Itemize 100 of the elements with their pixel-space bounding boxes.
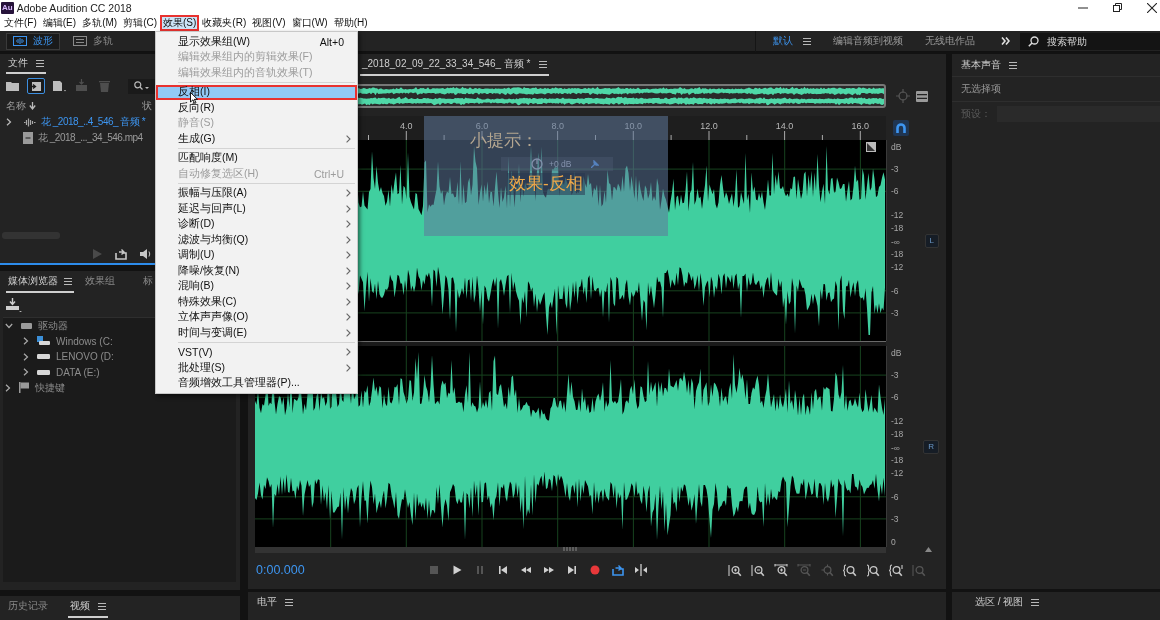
tree-item[interactable]: DATA (E:) — [56, 366, 100, 378]
menu-item[interactable]: 批处理(S) — [156, 360, 357, 376]
menu-item[interactable]: 时间与变调(E) — [156, 325, 357, 341]
search-icon — [134, 81, 149, 91]
menu-icon[interactable] — [1009, 61, 1017, 69]
menu-item[interactable]: 降噪/恢复(N) — [156, 263, 357, 279]
panel-tab[interactable]: 选区 / 视图 — [973, 592, 1042, 612]
menu-item[interactable]: 音频增效工具管理器(P)... — [156, 375, 357, 391]
zoom-both-icon[interactable] — [889, 563, 903, 577]
menu-bar-item[interactable]: 收藏夹(R) — [199, 15, 250, 31]
zoom-left-icon[interactable] — [843, 563, 857, 577]
menu-bar-item[interactable]: 帮助(H) — [330, 15, 371, 31]
scale-label: -6 — [891, 491, 899, 502]
speaker-icon[interactable] — [139, 248, 151, 260]
zoom-in-icon[interactable] — [774, 563, 788, 577]
time-display: 0:00.000 — [256, 563, 306, 577]
panel-tab[interactable]: 效果组 — [83, 271, 117, 293]
snap-toggle[interactable] — [893, 120, 909, 136]
scale-label: -12 — [891, 415, 904, 426]
zoom-out-icon[interactable] — [751, 563, 765, 577]
zoom-right-icon[interactable] — [866, 563, 880, 577]
scale-label: dB — [891, 348, 902, 359]
panel-tab[interactable]: 电平 — [255, 592, 295, 612]
editor-tab[interactable]: _2018_02_09_22_33_34_546_ 音频 * — [360, 54, 549, 76]
workspace-tab[interactable]: 默认 — [773, 34, 811, 48]
file-name[interactable]: 花 _2018_..4_546_ 音频 * — [41, 115, 146, 129]
menu-icon[interactable] — [803, 37, 811, 45]
channel-toggle[interactable]: R — [923, 439, 939, 454]
import-icon[interactable] — [27, 78, 45, 94]
rewind-icon[interactable] — [520, 564, 532, 576]
menu-item[interactable]: 调制(U) — [156, 247, 357, 263]
panel-tab[interactable]: 文件 — [6, 54, 46, 74]
panel-tab[interactable]: 历史记录 — [6, 596, 50, 618]
skip-back-icon[interactable] — [497, 564, 509, 576]
list-icon[interactable] — [916, 90, 928, 102]
menu-bar-item[interactable]: 窗口(W) — [288, 15, 331, 31]
menu-item[interactable]: 诊断(D) — [156, 216, 357, 232]
tree-item[interactable]: 快捷键 — [35, 380, 65, 395]
panel-tab[interactable]: 视频 — [68, 596, 108, 618]
menu-item[interactable]: 反向(R) — [156, 100, 357, 116]
knob-icon[interactable] — [531, 158, 543, 170]
menu-item[interactable]: VST(V) — [156, 344, 357, 360]
menu-item[interactable]: 延迟与回声(L) — [156, 201, 357, 217]
fast-forward-icon[interactable] — [543, 564, 555, 576]
column-header[interactable]: 状 — [142, 99, 152, 113]
menu-bar-item[interactable]: 编辑(E) — [39, 15, 80, 31]
menu-icon[interactable] — [538, 60, 547, 68]
play-icon[interactable] — [451, 564, 463, 576]
menu-item[interactable]: 混响(B) — [156, 278, 357, 294]
loop-icon[interactable] — [612, 564, 624, 576]
view-tab[interactable]: 波形 — [6, 32, 60, 50]
channel-toggle[interactable]: L — [924, 233, 939, 248]
horizontal-scrollbar[interactable] — [255, 545, 886, 553]
tree-item[interactable]: 驱动器 — [38, 318, 68, 333]
import-icon[interactable] — [6, 298, 22, 312]
shortcut-label: Ctrl+U — [313, 167, 344, 180]
menu-bar-item[interactable]: 多轨(M) — [79, 15, 121, 31]
menu-bar-item[interactable]: 剪辑(C) — [120, 15, 160, 31]
menu-item[interactable]: 显示效果组(W) Alt+0 — [156, 34, 357, 50]
close-icon[interactable] — [1147, 2, 1157, 13]
menu-icon[interactable] — [1031, 598, 1040, 606]
tree-item[interactable]: LENOVO (D: — [56, 351, 114, 363]
view-tab[interactable]: 多轨 — [66, 32, 120, 50]
workspace-tab[interactable]: 编辑音频到视频 — [833, 34, 903, 48]
workspace-tab[interactable]: 无线电作品 — [925, 34, 975, 48]
menu-icon[interactable] — [64, 277, 72, 285]
menu-item[interactable]: 特殊效果(C) — [156, 294, 357, 310]
grip-icon[interactable] — [562, 547, 579, 551]
skip-forward-icon[interactable] — [566, 564, 578, 576]
menu-icon[interactable] — [98, 602, 106, 610]
skip-selection-icon[interactable] — [635, 564, 647, 576]
panel-tab[interactable]: 标 — [141, 271, 155, 293]
menu-icon[interactable] — [285, 598, 293, 606]
menu-item[interactable]: 立体声声像(O) — [156, 309, 357, 325]
menu-bar-item[interactable]: 视图(V) — [249, 15, 289, 31]
menu-icon[interactable] — [36, 59, 44, 67]
menu-bar-item[interactable]: 效果(S) — [160, 15, 200, 31]
audio-waveform[interactable] — [255, 346, 886, 547]
column-header[interactable]: 名称 — [6, 99, 142, 113]
record-icon[interactable] — [589, 564, 601, 576]
more-icon[interactable] — [1001, 37, 1010, 45]
audio-file-icon — [23, 117, 36, 127]
help-search-field[interactable]: 搜索帮助 — [1020, 32, 1160, 50]
menu-item[interactable]: 振幅与压限(A) — [156, 185, 357, 201]
zoom-in-icon[interactable] — [728, 563, 742, 577]
loop-icon[interactable] — [115, 248, 127, 260]
caret-up-icon[interactable] — [925, 546, 932, 552]
menu-bar-item[interactable]: 文件(F) — [1, 15, 40, 31]
minimize-icon[interactable] — [1078, 6, 1088, 9]
new-file-icon[interactable] — [50, 78, 68, 94]
menu-item[interactable]: 滤波与均衡(Q) — [156, 232, 357, 248]
panel-tab[interactable]: 媒体浏览器 — [6, 271, 74, 293]
menu-item[interactable]: 匹配响度(M) — [156, 150, 357, 166]
restore-icon[interactable] — [1113, 3, 1122, 12]
file-name[interactable]: 花 _2018_..._34_546.mp4 — [38, 131, 143, 145]
multitrack-icon — [73, 36, 87, 46]
tree-item[interactable]: Windows (C: — [56, 335, 113, 347]
scale-label: -6 — [891, 392, 899, 403]
diagonal-square-icon[interactable] — [866, 142, 876, 152]
panel-tab[interactable]: 基本声音 — [959, 54, 1019, 76]
